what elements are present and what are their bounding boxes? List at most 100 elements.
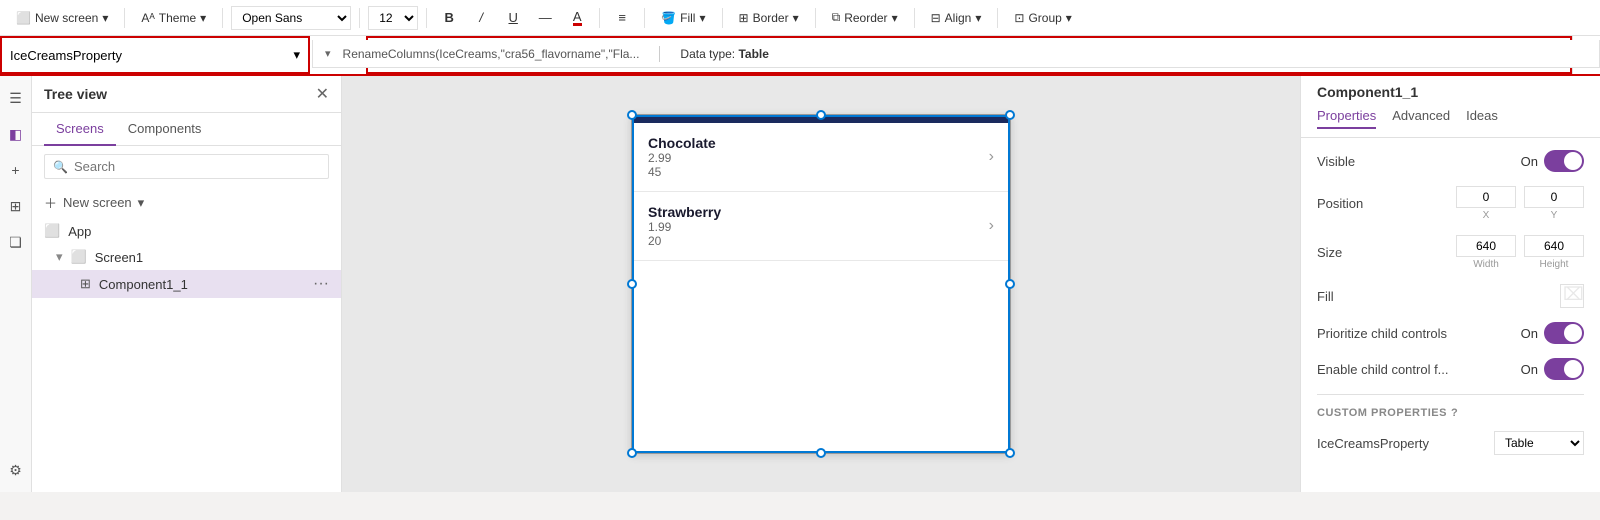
tree-search-bar: 🔍	[44, 154, 329, 179]
fill-color-swatch[interactable]	[1560, 284, 1584, 308]
screen1-item-icon: ⬜	[71, 249, 87, 265]
item-name-chocolate: Chocolate	[648, 135, 989, 151]
enable-value: On	[1521, 362, 1538, 377]
left-sidebar: ☰ ◧ + ⊞ ❏ ⚙	[0, 76, 32, 492]
font-color-button[interactable]: A	[563, 4, 591, 32]
bold-button[interactable]: B	[435, 4, 463, 32]
border-button[interactable]: ⊞ Border ▾	[731, 7, 807, 29]
handle-top-center[interactable]	[816, 110, 826, 120]
item-qty-chocolate: 45	[648, 165, 989, 179]
tab-components[interactable]: Components	[116, 113, 214, 146]
tree-item-app[interactable]: ⬜ App	[32, 218, 341, 244]
tab-advanced[interactable]: Advanced	[1392, 108, 1450, 129]
data-icon[interactable]: ⊞	[2, 192, 30, 220]
custom-prop-label: IceCreamsProperty	[1317, 436, 1429, 451]
strikethrough-button[interactable]: —	[531, 4, 559, 32]
font-family-selector[interactable]: Open Sans	[231, 6, 351, 30]
autocomplete-preview: RenameColumns(IceCreams,"cra56_flavornam…	[343, 47, 640, 61]
group-button[interactable]: ⊡ Group ▾	[1006, 7, 1079, 29]
align-button[interactable]: ≡	[608, 4, 636, 32]
new-screen-dropdown-icon: ▾	[138, 195, 145, 211]
handle-bottom-center[interactable]	[816, 448, 826, 458]
size-label: Size	[1317, 245, 1342, 260]
handle-top-left[interactable]	[627, 110, 637, 120]
border-chevron: ▾	[793, 11, 799, 25]
fill-button[interactable]: 🪣 Fill ▾	[653, 7, 713, 29]
main-layout: ☰ ◧ + ⊞ ❏ ⚙ Tree view ✕ Screens Componen…	[0, 76, 1600, 492]
custom-props-help-icon[interactable]: ?	[1451, 407, 1458, 419]
size-height-label: Height	[1540, 259, 1569, 270]
component-actions-button[interactable]: ···	[313, 275, 329, 293]
tab-ideas[interactable]: Ideas	[1466, 108, 1498, 129]
reorder-button[interactable]: ⧉ Reorder ▾	[824, 6, 906, 29]
align-chevron: ▾	[975, 11, 981, 25]
property-selector[interactable]: IceCreamsProperty ▾	[0, 36, 310, 74]
tree-view-close-button[interactable]: ✕	[316, 84, 329, 104]
enable-toggle[interactable]	[1544, 358, 1584, 380]
custom-properties-title: CUSTOM PROPERTIES ?	[1317, 407, 1584, 419]
item-chevron-chocolate: ›	[989, 148, 994, 166]
tree-view-header: Tree view ✕	[32, 76, 341, 113]
position-x-input[interactable]	[1456, 186, 1516, 208]
autocomplete-collapse-icon: ▾	[325, 47, 331, 60]
settings-icon[interactable]: ⚙	[2, 456, 30, 484]
prop-row-fill: Fill	[1317, 284, 1584, 308]
custom-prop-value-select[interactable]: Table	[1494, 431, 1584, 455]
underline-button[interactable]: U	[499, 4, 527, 32]
new-screen-button[interactable]: ⬜ New screen ▾	[8, 7, 116, 29]
visible-toggle[interactable]	[1544, 150, 1584, 172]
layers-icon[interactable]: ◧	[2, 120, 30, 148]
handle-middle-left[interactable]	[627, 279, 637, 289]
hamburger-menu-icon[interactable]: ☰	[2, 84, 30, 112]
border-label: Border	[753, 11, 789, 25]
fill-chevron: ▾	[699, 11, 705, 25]
canvas-screen[interactable]: Chocolate 2.99 45 › Strawberry 1.99 20 ›	[631, 114, 1011, 454]
tree-item-screen1[interactable]: ▾ ⬜ Screen1	[32, 244, 341, 270]
plus-icon: ＋	[44, 193, 57, 212]
item-price-chocolate: 2.99	[648, 151, 989, 165]
separator-7	[722, 8, 723, 28]
prioritize-toggle[interactable]	[1544, 322, 1584, 344]
list-item[interactable]: Chocolate 2.99 45 ›	[632, 123, 1010, 192]
theme-button[interactable]: Aᴬ Theme ▾	[133, 7, 214, 29]
handle-top-right[interactable]	[1005, 110, 1015, 120]
border-icon: ⊞	[739, 11, 749, 25]
add-icon[interactable]: +	[2, 156, 30, 184]
screen1-label: Screen1	[95, 250, 329, 265]
position-inputs: X Y	[1456, 186, 1584, 221]
size-width-label: Width	[1473, 259, 1499, 270]
prop-row-size: Size Width Height	[1317, 235, 1584, 270]
tree-item-component1-1[interactable]: ⊞ Component1_1 ···	[32, 270, 341, 298]
align-label: Align	[945, 11, 972, 25]
search-input[interactable]	[74, 159, 320, 174]
italic-button[interactable]: /	[467, 4, 495, 32]
handle-bottom-right[interactable]	[1005, 448, 1015, 458]
canvas-area: Chocolate 2.99 45 › Strawberry 1.99 20 ›	[342, 76, 1300, 492]
group-icon: ⊡	[1014, 11, 1024, 25]
components-icon[interactable]: ❏	[2, 228, 30, 256]
separator-10	[997, 8, 998, 28]
align-group-button[interactable]: ⊟ Align ▾	[923, 7, 990, 29]
separator-9	[914, 8, 915, 28]
property-dropdown-icon: ▾	[293, 47, 300, 63]
list-item[interactable]: Strawberry 1.99 20 ›	[632, 192, 1010, 261]
tree-items-list: ⬜ App ▾ ⬜ Screen1 ⊞ Component1_1 ···	[32, 218, 341, 492]
prop-row-prioritize: Prioritize child controls On	[1317, 322, 1584, 344]
fill-icon: 🪣	[661, 11, 676, 25]
screen-icon: ⬜	[16, 11, 31, 25]
new-screen-button[interactable]: ＋ New screen ▾	[32, 187, 341, 218]
size-width-input[interactable]	[1456, 235, 1516, 257]
tab-screens[interactable]: Screens	[44, 113, 116, 146]
position-y-input[interactable]	[1524, 186, 1584, 208]
theme-chevron: ▾	[200, 11, 206, 25]
separator-4	[426, 8, 427, 28]
font-size-selector[interactable]: 12	[368, 6, 418, 30]
handle-middle-right[interactable]	[1005, 279, 1015, 289]
separator-3	[359, 8, 360, 28]
tree-view-title: Tree view	[44, 86, 107, 102]
size-height-input[interactable]	[1524, 235, 1584, 257]
custom-prop-row: IceCreamsProperty Table	[1317, 431, 1584, 455]
handle-bottom-left[interactable]	[627, 448, 637, 458]
tab-properties[interactable]: Properties	[1317, 108, 1376, 129]
group-chevron: ▾	[1066, 11, 1072, 25]
